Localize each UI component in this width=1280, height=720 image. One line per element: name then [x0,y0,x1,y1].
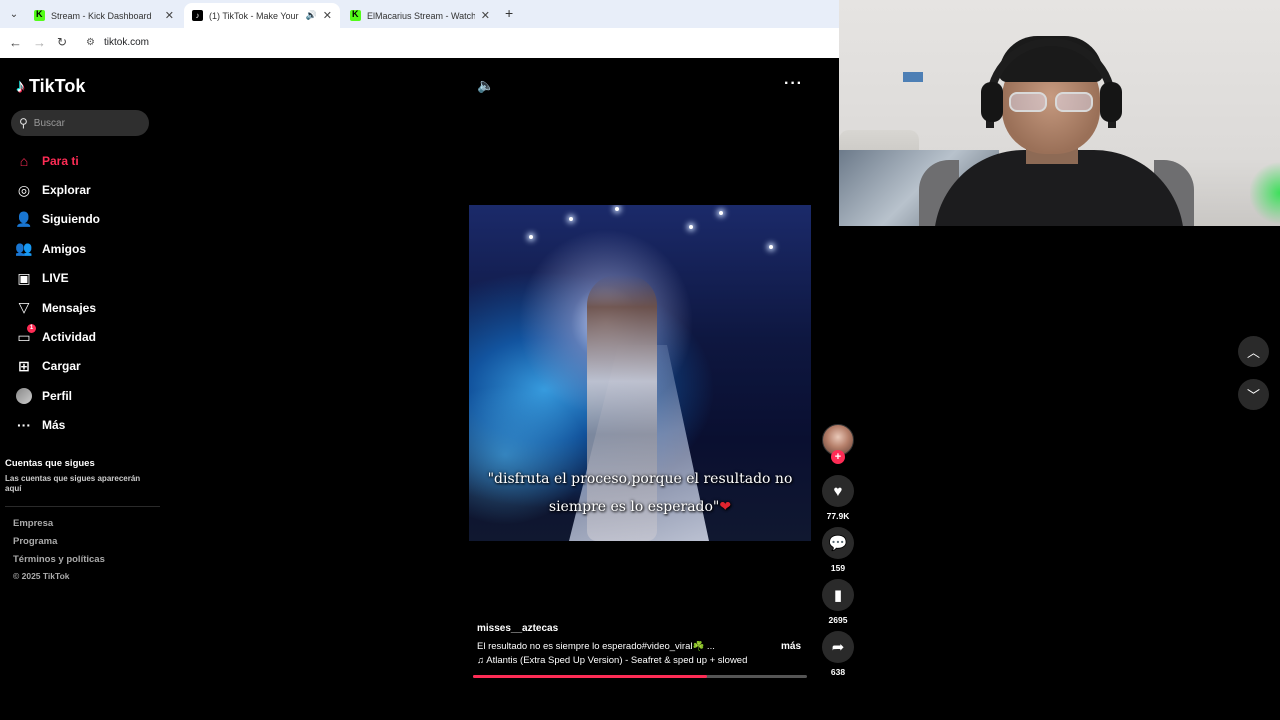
home-icon: ⌂ [19,152,29,169]
following-desc: Las cuentas que sigues aparecerán aquí [5,474,141,493]
close-tab-icon[interactable]: ✕ [165,9,174,22]
comment-button[interactable]: 💬 [822,527,854,559]
sidebar-item-mensajes[interactable]: ▽ Mensajes [14,293,164,322]
tab-strip: ⌄ Stream - Kick Dashboard ✕ ♪ (1) TikTok… [0,0,839,28]
sidebar-item-siguiendo[interactable]: 👤 Siguiendo [14,205,164,234]
tab-elmacarius-stream[interactable]: ElMacarius Stream - Watch Live ✕ [342,3,498,28]
video-caption-line-2: siempre es lo esperado"❤ [548,499,732,515]
heart-icon: ♥ [833,482,843,500]
reload-icon[interactable]: ↻ [57,35,67,49]
comment-count: 159 [830,563,846,573]
messages-icon: ▽ [18,299,30,316]
glasses [1009,92,1095,114]
like-button[interactable]: ♥ [822,475,854,507]
new-tab-plus-icon[interactable]: + [505,5,513,21]
tiktok-logo[interactable]: ♪ TikTok [16,76,85,97]
notification-badge: 1 [27,324,36,334]
profile-avatar [14,386,34,406]
following-title: Cuentas que sigues [5,458,95,469]
tab-tiktok[interactable]: ♪ (1) TikTok - Make Your Day 🔊 ✕ [184,3,340,28]
share-count: 638 [830,667,846,677]
footer-link-terminos[interactable]: Términos y políticas [13,554,105,565]
broken-heart-icon: ❤ [719,499,732,515]
tab-kick-dashboard[interactable]: Stream - Kick Dashboard ✕ [26,3,182,28]
search-bar[interactable]: ⚲ [11,110,149,136]
bookmark-icon: ▮ [833,587,843,604]
tiktok-app: ♪ TikTok ⚲ ⌂ Para ti ◎ Explorar 👤 Siguie… [0,58,854,720]
save-button[interactable]: ▮ [822,579,854,611]
sidebar-item-perfil[interactable]: Perfil [14,381,164,410]
sidebar-item-amigos[interactable]: 👥 Amigos [14,234,164,263]
sidebar-item-live[interactable]: ▣ LIVE [14,264,164,293]
live-icon: ▣ [17,269,31,286]
activity-icon: ▭ 1 [14,324,36,347]
compass-icon: ◎ [17,181,31,198]
site-info-icon[interactable]: ⚙ [86,37,95,48]
back-arrow-icon[interactable]: ← [9,35,22,50]
browser-chrome: ⌄ Stream - Kick Dashboard ✕ ♪ (1) TikTok… [0,0,839,58]
tab-audio-icon[interactable]: 🔊 [306,10,317,21]
webcam-overlay [839,0,1280,226]
kick-icon [34,9,45,21]
sidebar-item-para-ti[interactable]: ⌂ Para ti [14,146,164,175]
next-video-button[interactable]: ﹀ [1238,379,1269,410]
post-description: El resultado no es siempre lo esperado#v… [477,641,715,652]
footer-link-programa[interactable]: Programa [13,536,57,547]
save-count: 2695 [828,615,848,625]
friends-icon: 👥 [15,240,33,257]
sidebar-item-mas[interactable]: ··· Más [14,411,164,440]
video-progress-bar[interactable] [473,675,807,678]
video-progress-fill [473,675,707,678]
music-link[interactable]: ♫ Atlantis (Extra Sped Up Version) - Sea… [477,655,747,666]
close-tab-icon[interactable]: ✕ [481,9,490,22]
share-arrow-icon: ➦ [831,639,845,656]
chevron-up-icon: ︿ [1246,345,1260,360]
search-icon: ⚲ [19,116,28,130]
sidebar-item-explorar[interactable]: ◎ Explorar [14,175,164,204]
more-button[interactable]: más [781,641,801,652]
tab-search-chevron-icon[interactable]: ⌄ [6,6,22,22]
like-count: 77.9K [826,511,850,521]
kick-icon [350,9,361,21]
sidebar-item-actividad[interactable]: ▭ 1 Actividad [14,322,164,351]
more-icon: ··· [17,417,31,434]
share-button[interactable]: ➦ [822,631,854,663]
previous-video-button[interactable]: ︿ [1238,336,1269,367]
author-username[interactable]: misses__aztecas [477,623,558,634]
footer-link-empresa[interactable]: Empresa [13,518,53,529]
tiktok-icon: ♪ [192,10,203,21]
volume-icon[interactable]: 🔈 [477,77,494,94]
copyright: © 2025 TikTok [13,571,70,581]
tiktok-note-icon: ♪ [16,76,25,96]
browser-toolbar: ← → ↻ ⚙ tiktok.com [0,28,839,58]
sidebar-menu: ⌂ Para ti ◎ Explorar 👤 Siguiendo 👥 Amigo… [14,146,164,440]
following-icon: 👤 [15,210,33,227]
close-tab-icon[interactable]: ✕ [323,9,332,22]
more-options-icon[interactable]: ··· [784,75,803,93]
music-note-icon: ♫ [477,655,487,666]
video-caption-line-1: "disfruta el proceso,porque el resultado… [487,471,793,487]
search-input[interactable] [33,117,134,129]
sidebar-item-cargar[interactable]: ⊞ Cargar [14,352,164,381]
video-player[interactable]: "disfruta el proceso,porque el resultado… [469,205,811,541]
forward-arrow-icon[interactable]: → [33,35,46,50]
screen: ⌄ Stream - Kick Dashboard ✕ ♪ (1) TikTok… [0,0,1280,720]
follow-plus-icon[interactable]: + [831,450,845,464]
upload-icon: ⊞ [18,357,30,374]
divider [5,506,160,507]
address-bar[interactable]: tiktok.com [104,37,149,48]
comment-icon: 💬 [828,535,848,552]
chevron-down-icon: ﹀ [1246,388,1260,403]
